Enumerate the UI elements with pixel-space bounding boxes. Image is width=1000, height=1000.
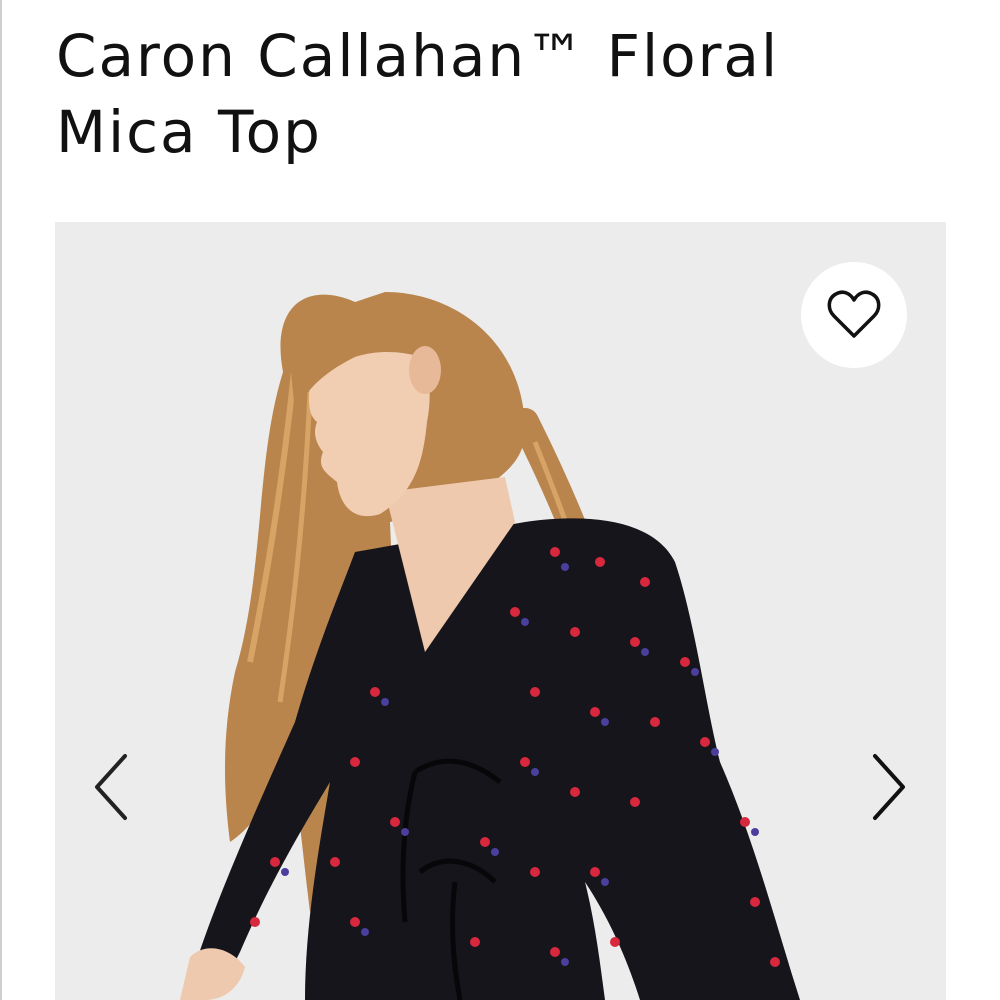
next-image-button[interactable] [859, 742, 919, 832]
chevron-right-icon [873, 754, 905, 820]
page-edge-divider [0, 0, 2, 1000]
favorite-button[interactable] [801, 262, 907, 368]
chevron-left-icon [95, 754, 127, 820]
heart-outline-icon [827, 290, 881, 338]
product-title: Caron Callahan™ Floral Mica Top [56, 22, 780, 166]
previous-image-button[interactable] [81, 742, 141, 832]
product-image-gallery[interactable] [55, 222, 946, 1000]
